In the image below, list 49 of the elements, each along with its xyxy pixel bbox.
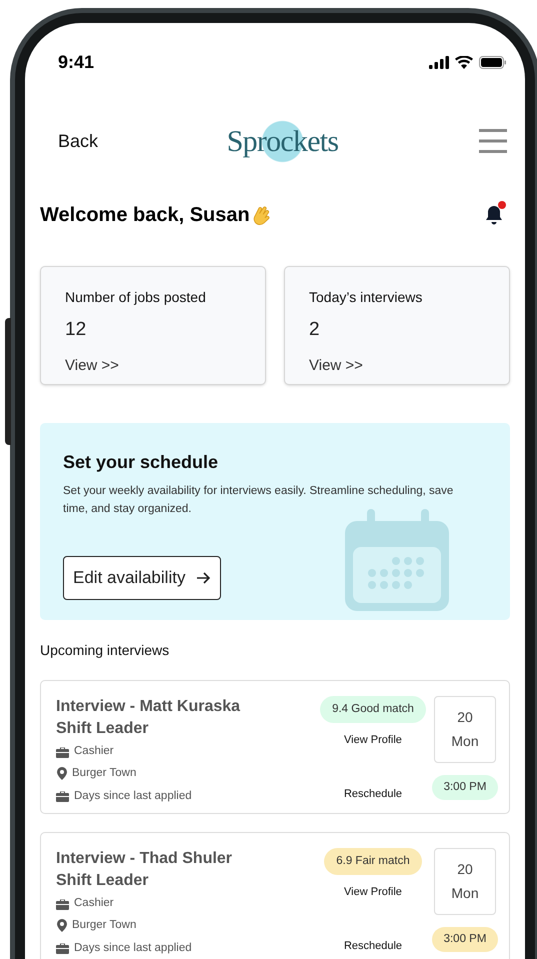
edit-availability-button[interactable]: Edit availability	[63, 556, 222, 600]
briefcase-icon	[56, 898, 69, 910]
interview-title: Interview - Thad Shuler	[56, 849, 234, 869]
briefcase-icon	[56, 942, 69, 954]
battery-icon	[479, 56, 507, 69]
job-text: Cashier	[74, 896, 114, 911]
applied-text: Days since last applied	[74, 788, 192, 804]
date-weekday: Mon	[451, 732, 479, 751]
arrow-right-icon	[197, 572, 212, 584]
calendar-icon	[345, 509, 449, 611]
location-pin-icon	[57, 767, 67, 780]
job-text: Cashier	[74, 744, 114, 759]
date-weekday: Mon	[451, 884, 479, 903]
match-badge: 6.9 Fair match	[324, 848, 422, 875]
schedule-title: Set your schedule	[63, 451, 220, 474]
interview-role: Shift Leader	[56, 871, 150, 891]
applied-text: Days since last applied	[74, 940, 192, 956]
location-text: Burger Town	[72, 918, 136, 934]
upcoming-title: Upcoming interviews	[39, 641, 170, 660]
date-day: 20	[457, 707, 473, 728]
view-link[interactable]: View >>	[65, 354, 241, 377]
menu-icon[interactable]	[479, 129, 507, 153]
stat-value: 12	[65, 318, 88, 342]
briefcase-icon	[56, 746, 69, 758]
time-badge: 3:00 PM	[432, 775, 498, 800]
back-link[interactable]: Back	[58, 128, 148, 154]
location-pin-icon	[57, 919, 67, 932]
reschedule-link[interactable]: Reschedule	[344, 938, 402, 954]
welcome-title: Welcome back, Susan	[40, 203, 250, 228]
view-profile-link[interactable]: View Profile	[344, 884, 402, 900]
stat-label: Today’s interviews	[309, 288, 424, 307]
date-day: 20	[457, 859, 473, 880]
time-badge: 3:00 PM	[432, 927, 498, 952]
schedule-text: Set your weekly availability for interviews easily. Streamline scheduling, save time, and stay organized.	[63, 484, 454, 517]
status-time: 9:41	[58, 51, 94, 74]
stat-label: Number of jobs posted	[65, 288, 207, 307]
briefcase-icon	[56, 790, 69, 802]
interview-title: Interview - Matt Kuraska	[56, 697, 242, 717]
view-profile-link[interactable]: View Profile	[344, 732, 402, 748]
view-link[interactable]: View >>	[309, 354, 485, 377]
location-text: Burger Town	[72, 766, 136, 782]
logo: Sprockets	[226, 118, 338, 164]
reschedule-link[interactable]: Reschedule	[344, 786, 402, 802]
signal-icon	[429, 56, 449, 69]
wifi-icon	[455, 56, 473, 69]
match-badge: 9.4 Good match	[320, 696, 426, 723]
bell-icon[interactable]	[485, 205, 503, 225]
interview-role: Shift Leader	[56, 719, 150, 739]
stat-value: 2	[309, 318, 321, 342]
